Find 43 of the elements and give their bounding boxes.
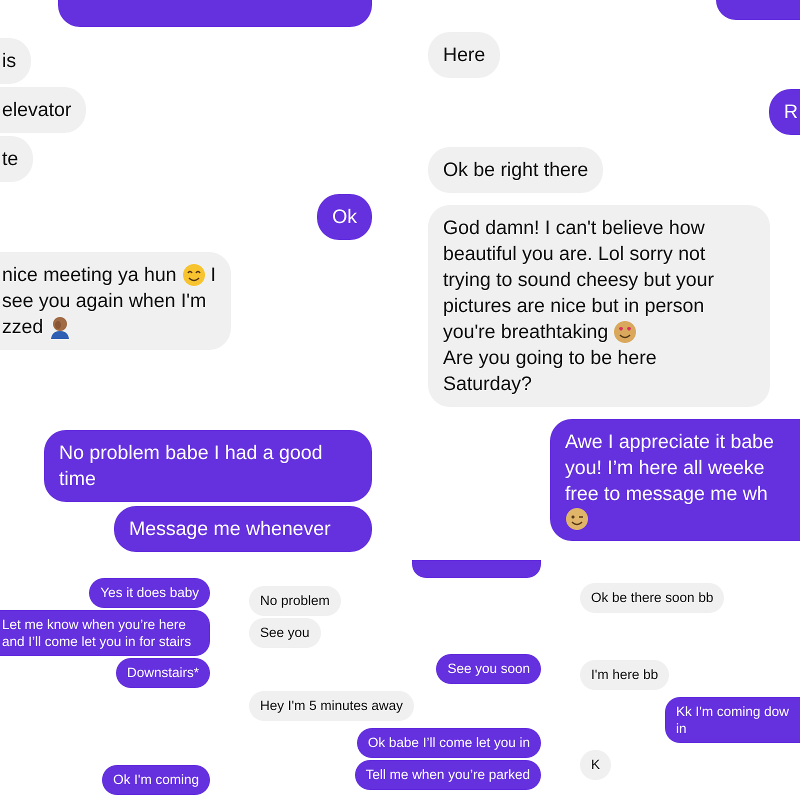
message-text: See you soon	[447, 660, 530, 677]
message-text: God damn! I can't believe how	[443, 216, 705, 241]
message-text: Downstairs*	[126, 664, 199, 681]
message-text: you're breathtaking	[443, 320, 608, 345]
message-text: No problem babe I had a good	[59, 441, 322, 466]
message-text: Ok babe I’ll come let you in	[368, 734, 530, 751]
message-text: pictures are nice but in person	[443, 294, 704, 319]
message-text: K	[591, 756, 600, 773]
message-text: Awe I appreciate it babe	[565, 430, 774, 455]
message-text: and I’ll come let you in for stairs	[2, 633, 192, 650]
message-text: I'm here bb	[591, 666, 658, 683]
message-text: is	[2, 49, 16, 74]
message-text: Ok be right there	[443, 158, 588, 183]
message-text: Here	[443, 43, 486, 68]
winking-face-icon	[565, 507, 589, 531]
message-text: Yes it does baby	[100, 584, 199, 601]
heart-eyes-face-icon	[613, 320, 638, 344]
message-text: Ok	[332, 205, 357, 230]
message-text: Message me whenever	[129, 517, 331, 542]
smiling-face-icon	[182, 263, 206, 287]
message-text: See you	[260, 624, 310, 641]
message-text: I	[210, 263, 216, 288]
message-text: time	[59, 467, 96, 492]
message-text: see you again when I'm	[2, 289, 206, 314]
message-text: Kk I'm coming dow	[676, 703, 789, 720]
message-text: free to message me wh	[565, 482, 768, 507]
message-text: Ok I'm coming	[113, 771, 199, 788]
message-text: Saturday?	[443, 372, 532, 397]
message-text: Ok be there soon bb	[591, 589, 714, 606]
message-text: Are you going to be here	[443, 346, 657, 371]
message-text: beautiful you are. Lol sorry not	[443, 242, 706, 267]
message-text: in	[676, 720, 687, 737]
message-text: nice meeting ya hun	[2, 263, 177, 288]
message-text: elevator	[2, 98, 72, 123]
message-text: trying to sound cheesy but your	[443, 268, 714, 293]
message-text: zzed	[2, 315, 44, 340]
message-text: R	[784, 100, 798, 125]
message-text: te	[2, 147, 18, 172]
message-text: you! I’m here all weeke	[565, 456, 764, 481]
message-text: Hey I'm 5 minutes away	[260, 697, 403, 714]
message-text: No problem	[260, 592, 330, 609]
message-text: Let me know when you’re here	[2, 616, 186, 633]
message-text: Tell me when you’re parked	[366, 766, 530, 783]
